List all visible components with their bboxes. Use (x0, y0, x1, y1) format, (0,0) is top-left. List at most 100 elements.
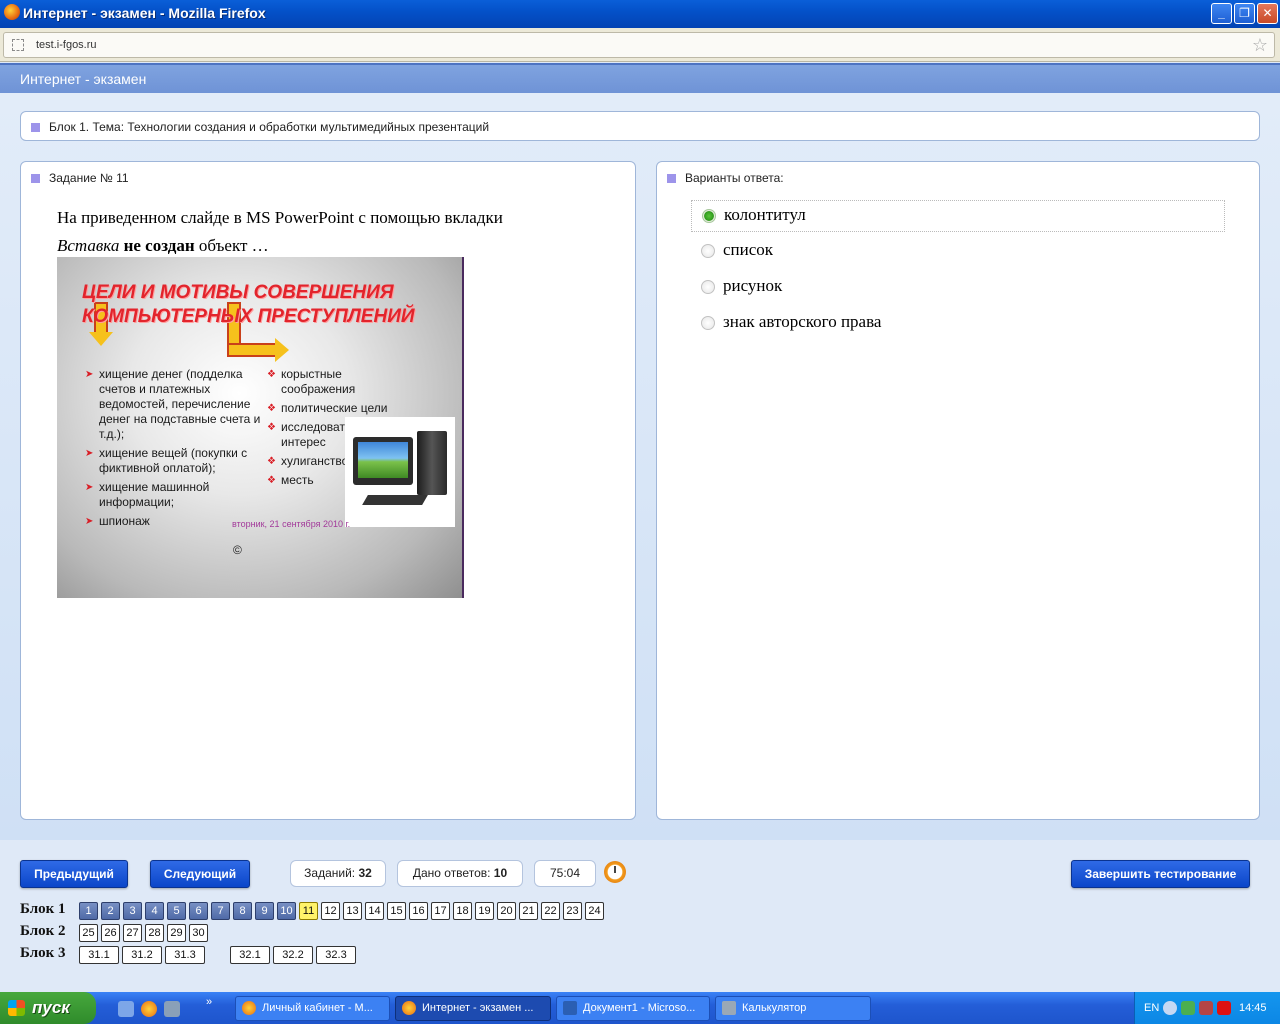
block-nav-row: Блок 1 1 2 3 4 5 6 7 8 9 10 11 12 13 14 15 16 17 18 19 20 21 2… (20, 901, 620, 921)
previous-button[interactable]: Предыдущий (20, 860, 128, 888)
question-nav-button[interactable]: 16 (409, 902, 428, 920)
question-nav-button[interactable]: 31.3 (165, 946, 205, 964)
taskbar-app-icon (242, 1001, 256, 1015)
taskbar-button[interactable]: Документ1 - Microso... (556, 996, 710, 1021)
question-nav-button[interactable]: 28 (145, 924, 164, 942)
taskbar-button[interactable]: Интернет - экзамен ... (395, 996, 551, 1021)
answers-label: Варианты ответа: (685, 171, 784, 185)
keyboard-shape (362, 495, 428, 505)
question-nav-button[interactable]: 21 (519, 902, 538, 920)
question-italic: Вставка (57, 236, 120, 255)
bookmark-star-icon[interactable]: ☆ (1252, 35, 1268, 56)
question-nav-button[interactable]: 1 (79, 902, 98, 920)
alarm-clock-icon (604, 861, 626, 883)
question-nav-button[interactable]: 10 (277, 902, 296, 920)
system-tray: EN 14:45 (1134, 992, 1280, 1024)
tray-network-icon[interactable] (1181, 1001, 1195, 1015)
question-nav-button[interactable]: 23 (563, 902, 582, 920)
question-nav-button[interactable]: 31.1 (79, 946, 119, 964)
slide-list-item: хищение машинной информации; (85, 480, 263, 510)
url-bar[interactable]: test.i-fgos.ru ☆ (3, 32, 1275, 58)
next-button[interactable]: Следующий (150, 860, 250, 888)
taskbar-app-icon (722, 1001, 736, 1015)
question-nav-button[interactable]: 2 (101, 902, 120, 920)
question-nav-button[interactable]: 3 (123, 902, 142, 920)
window-titlebar[interactable]: Интернет - экзамен - Mozilla Firefox _ ❐… (0, 0, 1280, 28)
taskbar-button-label: Интернет - экзамен ... (422, 1002, 534, 1014)
answer-option-label: список (723, 240, 774, 259)
taskbar-button-label: Личный кабинет - М... (262, 1002, 373, 1014)
question-nav-button[interactable]: 32.3 (316, 946, 356, 964)
start-button[interactable]: пуск (0, 992, 96, 1024)
bullet-icon (31, 174, 40, 183)
question-nav-button[interactable]: 18 (453, 902, 472, 920)
tray-expand-icon[interactable] (1163, 1001, 1177, 1015)
question-nav-button[interactable]: 5 (167, 902, 186, 920)
answer-option[interactable]: знак авторского права (691, 308, 1225, 340)
slide-date: вторник, 21 сентября 2010 г. (232, 519, 351, 529)
block-topic-panel: Блок 1. Тема: Технологии создания и обра… (20, 111, 1260, 141)
question-nav-button[interactable]: 30 (189, 924, 208, 942)
question-nav-button[interactable]: 13 (343, 902, 362, 920)
quicklaunch-app-icon[interactable] (164, 1001, 180, 1017)
question-nav-button[interactable]: 11 (299, 902, 318, 920)
question-nav-button[interactable]: 15 (387, 902, 406, 920)
question-nav-button[interactable]: 32.2 (273, 946, 313, 964)
radio-button[interactable] (701, 244, 715, 258)
taskbar-button[interactable]: Личный кабинет - М... (235, 996, 390, 1021)
question-nav-button[interactable]: 9 (255, 902, 274, 920)
question-nav-button[interactable]: 14 (365, 902, 384, 920)
radio-button[interactable] (701, 280, 715, 294)
close-button[interactable]: ✕ (1257, 3, 1278, 24)
question-nav-button[interactable]: 7 (211, 902, 230, 920)
question-nav-button[interactable]: 8 (233, 902, 252, 920)
bullet-icon (667, 174, 676, 183)
url-text[interactable]: test.i-fgos.ru (36, 39, 97, 51)
slide-list-item: политические цели (267, 401, 417, 416)
question-nav-button[interactable]: 6 (189, 902, 208, 920)
more-icon[interactable]: » (206, 996, 212, 1008)
tray-antivirus-icon[interactable] (1217, 1001, 1231, 1015)
question-nav-button[interactable]: 25 (79, 924, 98, 942)
windows-logo-icon (8, 1000, 25, 1016)
block-nav-row: Блок 2 25 26 27 28 29 30 (20, 923, 620, 943)
answer-option-label: рисунок (723, 276, 783, 295)
language-indicator[interactable]: EN (1144, 1002, 1159, 1014)
question-nav-button[interactable]: 22 (541, 902, 560, 920)
quicklaunch-ie-icon[interactable] (118, 1001, 134, 1017)
maximize-button[interactable]: ❐ (1234, 3, 1255, 24)
question-nav-button[interactable]: 12 (321, 902, 340, 920)
start-label: пуск (32, 998, 70, 1017)
answer-option[interactable]: рисунок (691, 272, 1225, 304)
taskbar-button[interactable]: Калькулятор (715, 996, 871, 1021)
answer-option-label: колонтитул (724, 205, 806, 224)
question-nav-button[interactable]: 4 (145, 902, 164, 920)
answer-option[interactable]: колонтитул (691, 200, 1225, 232)
answers-given-value: 10 (493, 866, 508, 880)
taskbar-button-label: Калькулятор (742, 1002, 807, 1014)
block-nav-label: Блок 3 (20, 945, 66, 961)
question-nav-button[interactable]: 27 (123, 924, 142, 942)
question-nav-button[interactable]: 31.2 (122, 946, 162, 964)
radio-button[interactable] (702, 209, 716, 223)
quicklaunch-firefox-icon[interactable] (141, 1001, 157, 1017)
bullet-icon (31, 123, 40, 132)
firefox-icon (4, 4, 20, 20)
question-nav-button[interactable]: 32.1 (230, 946, 270, 964)
question-nav-button[interactable]: 24 (585, 902, 604, 920)
question-nav-button[interactable]: 19 (475, 902, 494, 920)
block-topic-label: Блок 1. Тема: Технологии создания и обра… (49, 120, 490, 134)
arrow-shape (89, 332, 113, 346)
radio-button[interactable] (701, 316, 715, 330)
minimize-button[interactable]: _ (1211, 3, 1232, 24)
question-nav-button[interactable]: 20 (497, 902, 516, 920)
answer-option[interactable]: список (691, 236, 1225, 268)
slide-title: ЦЕЛИ И МОТИВЫ СОВЕРШЕНИЯ КОМПЬЮТЕРНЫХ ПР… (82, 282, 415, 327)
question-nav-button[interactable]: 17 (431, 902, 450, 920)
clock: 14:45 (1239, 1002, 1267, 1014)
tray-app-icon[interactable] (1199, 1001, 1213, 1015)
finish-test-button[interactable]: Завершить тестирование (1071, 860, 1250, 888)
question-nav-button[interactable]: 26 (101, 924, 120, 942)
question-nav-button[interactable]: 29 (167, 924, 186, 942)
slide-list-item: хищение вещей (покупки с фиктивной оплат… (85, 446, 263, 476)
